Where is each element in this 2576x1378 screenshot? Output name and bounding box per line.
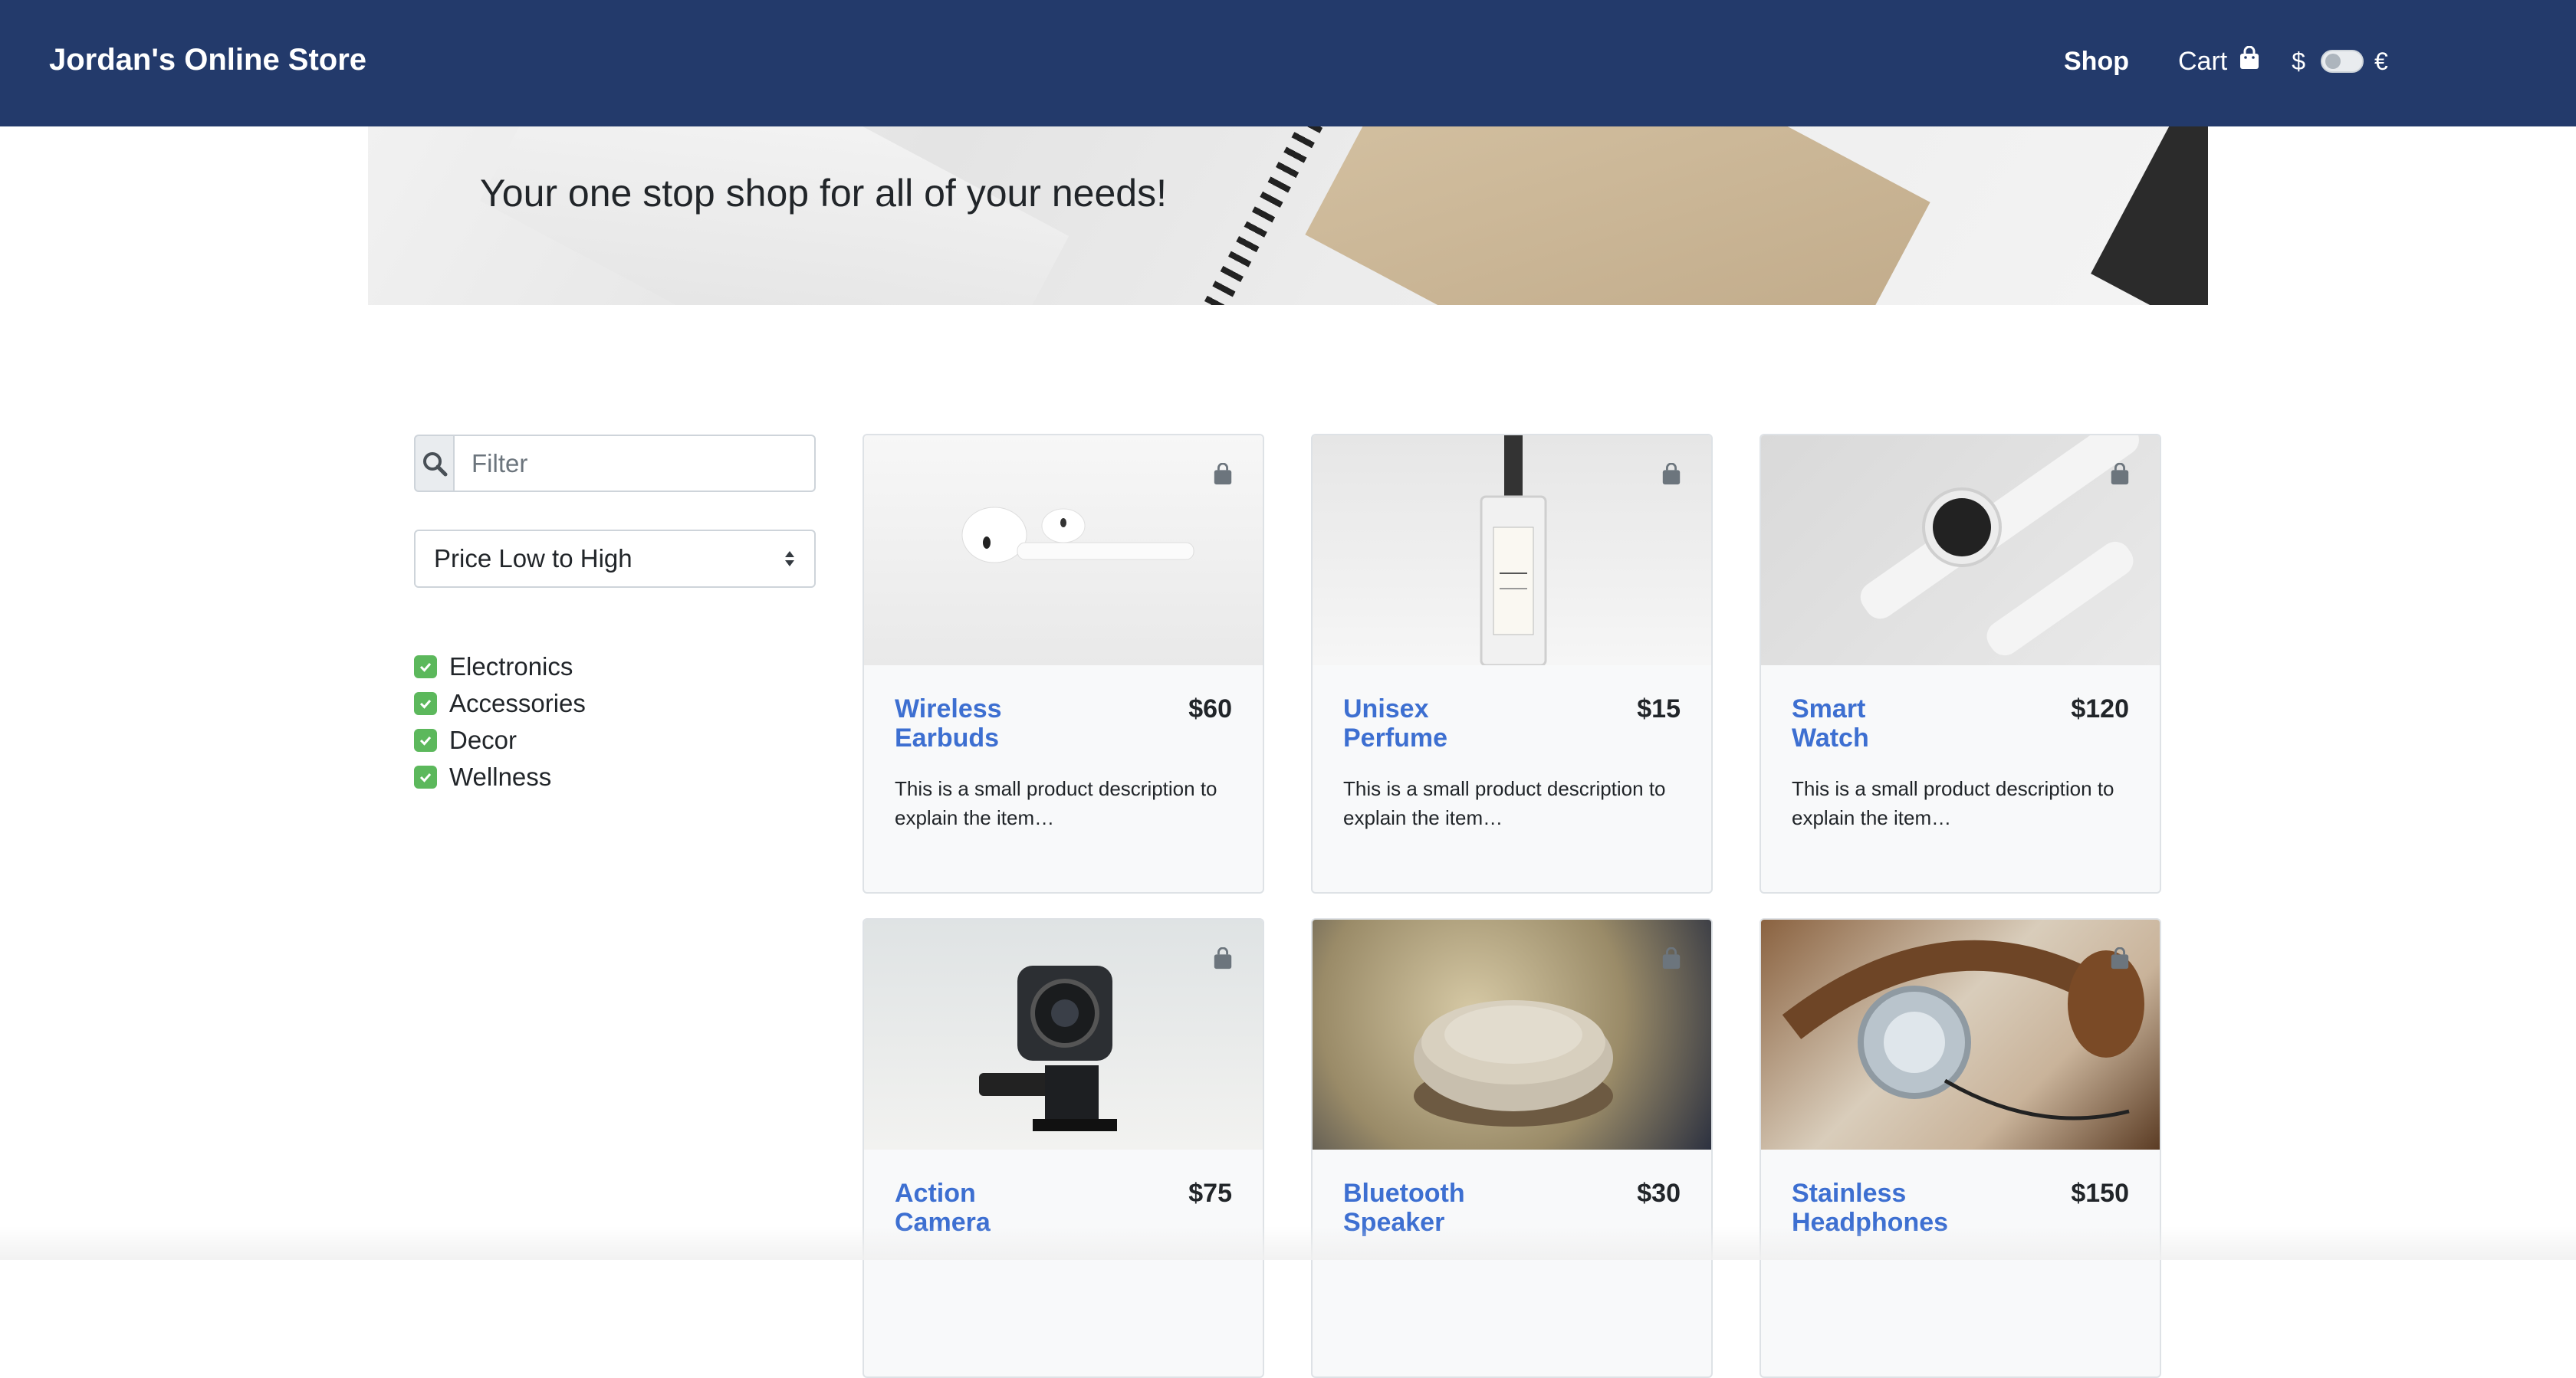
product-image-watch (1761, 435, 2160, 665)
product-name-link[interactable]: Stainless Headphones (1792, 1179, 1949, 1237)
sort-selected-value: Price Low to High (434, 544, 632, 573)
product-name-line: Stainless (1792, 1179, 1907, 1208)
currency-euro-label: € (2374, 47, 2388, 75)
category-item: Accessories (414, 685, 782, 722)
add-to-cart-bag-icon[interactable] (1661, 947, 1682, 974)
checkbox-checked-icon[interactable] (414, 729, 437, 752)
checkbox-checked-icon[interactable] (414, 692, 437, 715)
product-price: $30 (1637, 1179, 1681, 1208)
search-icon (414, 435, 455, 492)
product-name-line: Perfume (1343, 723, 1448, 753)
category-label: Wellness (449, 763, 552, 791)
add-to-cart-bag-icon[interactable] (1661, 462, 1682, 490)
product-image-headphones (1761, 920, 2160, 1150)
hero-title: Your one stop shop for all of your needs… (480, 172, 1167, 215)
nav-right: Shop Cart $ € (2064, 38, 2388, 84)
product-card[interactable]: Action Camera $75 (863, 918, 1264, 1378)
nav-cart-link[interactable]: Cart (2177, 45, 2261, 77)
add-to-cart-bag-icon[interactable] (1212, 947, 1234, 974)
nav-cart-label: Cart (2177, 46, 2228, 76)
nav-shop-link[interactable]: Shop (2064, 47, 2129, 77)
product-description: This is a small product description to e… (895, 777, 1217, 829)
product-name-line: Bluetooth (1343, 1179, 1465, 1208)
product-name-link[interactable]: Bluetooth Speaker (1343, 1179, 1497, 1237)
add-to-cart-bag-icon[interactable] (2109, 947, 2131, 974)
product-description: This is a small product description to e… (1343, 777, 1666, 829)
product-card[interactable]: Bluetooth Speaker $30 (1311, 918, 1713, 1378)
product-card[interactable]: Stainless Headphones $150 (1760, 918, 2161, 1378)
product-image-speaker (1313, 920, 1711, 1150)
product-name-line: Headphones (1792, 1208, 1949, 1237)
brand-link[interactable]: Jordan's Online Store (49, 43, 366, 77)
hero-banner: Your one stop shop for all of your needs… (368, 126, 2208, 305)
hero-dark-decoration (2091, 126, 2208, 305)
product-card[interactable]: Smart Watch $120 This is a small product… (1760, 434, 2161, 894)
filter-input[interactable] (455, 435, 816, 492)
filter-group (414, 435, 816, 492)
product-name-link[interactable]: Smart Watch (1792, 694, 1945, 753)
top-navbar: Jordan's Online Store Shop Cart $ € (0, 0, 2576, 126)
checkbox-checked-icon[interactable] (414, 766, 437, 789)
product-name-line: Action (895, 1179, 976, 1208)
currency-switch: $ € (2292, 48, 2388, 76)
product-price: $75 (1188, 1179, 1232, 1208)
category-list: Electronics Accessories Decor Wellness (414, 648, 782, 796)
product-price: $120 (2071, 694, 2129, 723)
product-name-line: Wireless (895, 694, 1002, 723)
category-item: Electronics (414, 648, 782, 685)
product-name-line: Speaker (1343, 1208, 1445, 1237)
product-image-camera (864, 920, 1263, 1150)
product-card[interactable]: Wireless Earbuds $60 This is a small pro… (863, 434, 1264, 894)
product-name-line: Watch (1792, 723, 1869, 753)
product-name-line: Smart (1792, 694, 1866, 723)
product-price: $15 (1637, 694, 1681, 723)
product-name-link[interactable]: Action Camera (895, 1179, 1048, 1237)
add-to-cart-bag-icon[interactable] (2109, 462, 2131, 490)
category-item: Decor (414, 722, 782, 759)
product-description: This is a small product description to e… (1792, 777, 2114, 829)
product-name-link[interactable]: Unisex Perfume (1343, 694, 1497, 753)
add-to-cart-bag-icon[interactable] (1212, 462, 1234, 490)
currency-dollar-label: $ (2292, 47, 2306, 75)
category-item: Wellness (414, 759, 782, 796)
checkbox-checked-icon[interactable] (414, 655, 437, 678)
category-label: Decor (449, 726, 518, 754)
currency-toggle[interactable] (2321, 50, 2364, 73)
shopping-bag-icon (2238, 45, 2261, 77)
product-name-link[interactable]: Wireless Earbuds (895, 694, 1048, 753)
hero-paper-decoration (479, 126, 1070, 305)
sort-arrows-icon (784, 550, 796, 568)
product-image-earbuds (864, 435, 1263, 665)
product-name-line: Earbuds (895, 723, 1000, 753)
product-image-perfume (1313, 435, 1711, 665)
bottom-fade (0, 1226, 2576, 1260)
category-label: Accessories (449, 689, 586, 717)
product-price: $60 (1188, 694, 1232, 723)
product-price: $150 (2071, 1179, 2129, 1208)
product-name-line: Unisex (1343, 694, 1429, 723)
product-card[interactable]: Unisex Perfume $15 This is a small produ… (1311, 434, 1713, 894)
sort-select[interactable]: Price Low to High (414, 530, 816, 588)
hero-notebook-decoration (1305, 126, 1930, 305)
category-label: Electronics (449, 652, 573, 681)
toggle-knob (2325, 54, 2341, 69)
product-name-line: Camera (895, 1208, 991, 1237)
